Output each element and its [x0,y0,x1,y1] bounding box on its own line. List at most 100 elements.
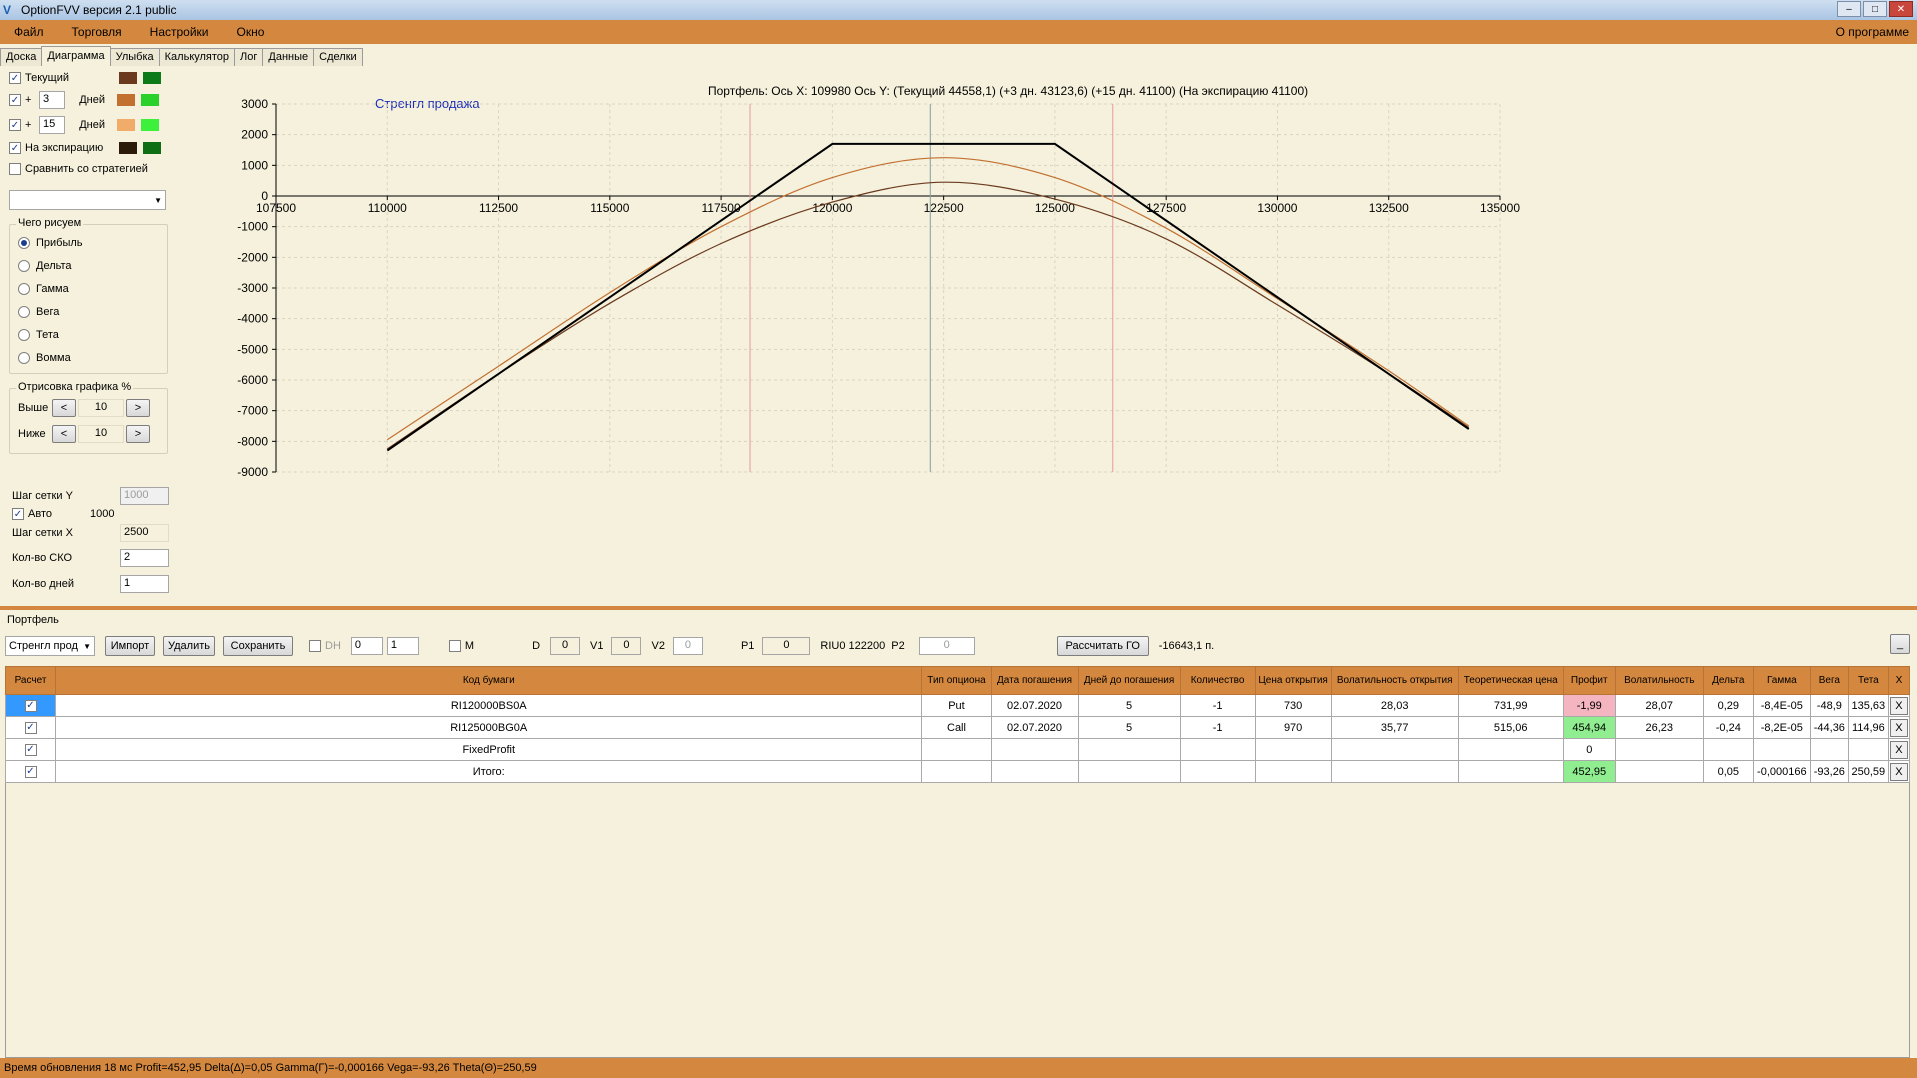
expiry-checkbox[interactable]: ✓ [9,142,21,154]
sko-input[interactable]: 2 [120,549,169,567]
days-count-row: Кол-во дней 1 [12,575,169,593]
tab-data[interactable]: Данные [262,48,315,66]
remove-row-button[interactable]: X [1889,718,1908,737]
table-cell: -1,99 [1562,694,1616,717]
col-gamma[interactable]: Гамма [1752,666,1811,695]
days-count-input[interactable]: 1 [120,575,169,593]
plus15-checkbox[interactable]: ✓ [9,119,21,131]
calculate-go-button[interactable]: Рассчитать ГО [1056,636,1149,656]
col-days-left[interactable]: Дней до погашения [1077,666,1181,695]
expiry-color-swatch-2[interactable] [143,142,161,154]
delete-button[interactable]: Удалить [163,636,215,656]
left-panel: ✓ Текущий ✓ + 3 Дней ✓ + 15 Дней ✓ На эк… [0,66,175,606]
menu-window[interactable]: Окно [223,25,279,39]
radio-theta[interactable]: Тета [18,329,59,341]
col-open-vol[interactable]: Волатильность открытия [1330,666,1459,695]
auto-checkbox[interactable]: ✓ [12,508,24,520]
tab-calculator[interactable]: Калькулятор [158,48,236,66]
grid-x-input[interactable]: 2500 [120,524,169,542]
tab-deals[interactable]: Сделки [313,48,363,66]
compare-checkbox[interactable] [9,163,21,175]
col-vol[interactable]: Волатильность [1614,666,1704,695]
radio-delta-label: Дельта [36,260,72,272]
dh-checkbox[interactable] [309,640,321,652]
plus15-days-input[interactable]: 15 [39,116,65,134]
minimize-panel-button[interactable]: _ [1890,634,1910,654]
radio-gamma[interactable]: Гамма [18,283,69,295]
save-button[interactable]: Сохранить [223,636,293,656]
radio-delta[interactable]: Дельта [18,260,72,272]
above-label: Выше [18,402,49,414]
menu-file[interactable]: Файл [0,25,58,39]
col-vega[interactable]: Вега [1809,666,1849,695]
plus3-days-input[interactable]: 3 [39,91,65,109]
table-cell [921,760,992,783]
col-theo-price[interactable]: Теоретическая цена [1457,666,1564,695]
col-theta[interactable]: Тета [1847,666,1889,695]
calc-checkbox[interactable]: ✓ [24,743,37,756]
plus3-checkbox[interactable]: ✓ [9,94,21,106]
col-qty[interactable]: Количество [1179,666,1256,695]
tab-diagram[interactable]: Диаграмма [41,46,111,66]
remove-row-button[interactable]: X [1889,696,1908,715]
table-row[interactable]: ✓ RI125000BG0A Call 02.07.2020 5 -1 970 35,77 51… [4,716,1911,739]
spin1-input[interactable]: 0 [350,637,383,655]
plus15-color-swatch-2[interactable] [141,119,159,131]
tab-log[interactable]: Лог [234,48,264,66]
col-profit[interactable]: Профит [1562,666,1616,695]
below-decrease-button[interactable]: < [52,425,76,443]
plus15-color-swatch-1[interactable] [117,119,135,131]
y-tick-label: 1000 [241,158,268,172]
tab-smile[interactable]: Улыбка [109,48,160,66]
maximize-icon[interactable]: □ [1863,1,1887,17]
p1-input[interactable]: 0 [762,637,811,655]
below-input[interactable]: 10 [78,425,124,443]
minimize-icon[interactable]: – [1837,1,1861,17]
current-color-swatch-2[interactable] [143,72,161,84]
p2-input[interactable]: 0 [918,637,975,655]
close-icon[interactable]: ✕ [1889,1,1913,17]
grid-y-input[interactable]: 1000 [120,487,169,505]
calc-checkbox[interactable]: ✓ [24,765,37,778]
table-row[interactable]: ✓ RI120000BS0A Put 02.07.2020 5 -1 730 28,03 731… [4,694,1911,717]
menu-trading[interactable]: Торговля [58,25,136,39]
d-input[interactable]: 0 [550,637,581,655]
col-delta[interactable]: Дельта [1702,666,1754,695]
remove-row-button[interactable]: X [1889,740,1908,759]
above-decrease-button[interactable]: < [52,399,76,417]
tab-board[interactable]: Доска [0,48,43,66]
col-open-price[interactable]: Цена открытия [1254,666,1332,695]
v2-input[interactable]: 0 [672,637,703,655]
col-x[interactable]: X [1887,666,1911,695]
current-checkbox[interactable]: ✓ [9,72,21,84]
current-color-swatch-1[interactable] [119,72,137,84]
strategy-compare-select[interactable]: ▼ [9,190,166,210]
expiry-color-swatch-1[interactable] [119,142,137,154]
v1-input[interactable]: 0 [611,637,642,655]
above-increase-button[interactable]: > [126,399,150,417]
radio-vega[interactable]: Вега [18,306,59,318]
table-row[interactable]: ✓ FixedProfit 0 X [4,738,1911,761]
table-cell: -48,9 [1809,694,1849,717]
plus3-color-swatch-2[interactable] [141,94,159,106]
col-code[interactable]: Код бумаги [55,666,923,695]
radio-profit[interactable]: Прибыль [18,237,83,249]
spin2-input[interactable]: 1 [386,637,419,655]
above-input[interactable]: 10 [78,399,124,417]
below-increase-button[interactable]: > [126,425,150,443]
import-button[interactable]: Импорт [105,636,155,656]
radio-vomma[interactable]: Вомма [18,352,71,364]
table-row[interactable]: ✓ Итого: 452,95 0,05 -0,000166 -93,26 250,59 X [4,760,1911,783]
m-checkbox[interactable] [448,640,461,652]
table-cell: 28,07 [1614,694,1704,717]
plus3-color-swatch-1[interactable] [117,94,135,106]
menu-settings[interactable]: Настройки [136,25,223,39]
calc-checkbox[interactable]: ✓ [24,721,37,734]
remove-row-button[interactable]: X [1889,762,1908,781]
col-calc[interactable]: Расчет [4,666,57,695]
strategy-select[interactable]: Стренгл прод ▼ [5,636,95,656]
calc-checkbox[interactable]: ✓ [24,699,37,712]
col-exp-date[interactable]: Дата погашения [990,666,1079,695]
menu-about[interactable]: О программе [1836,25,1909,39]
col-type[interactable]: Тип опциона [921,666,992,695]
